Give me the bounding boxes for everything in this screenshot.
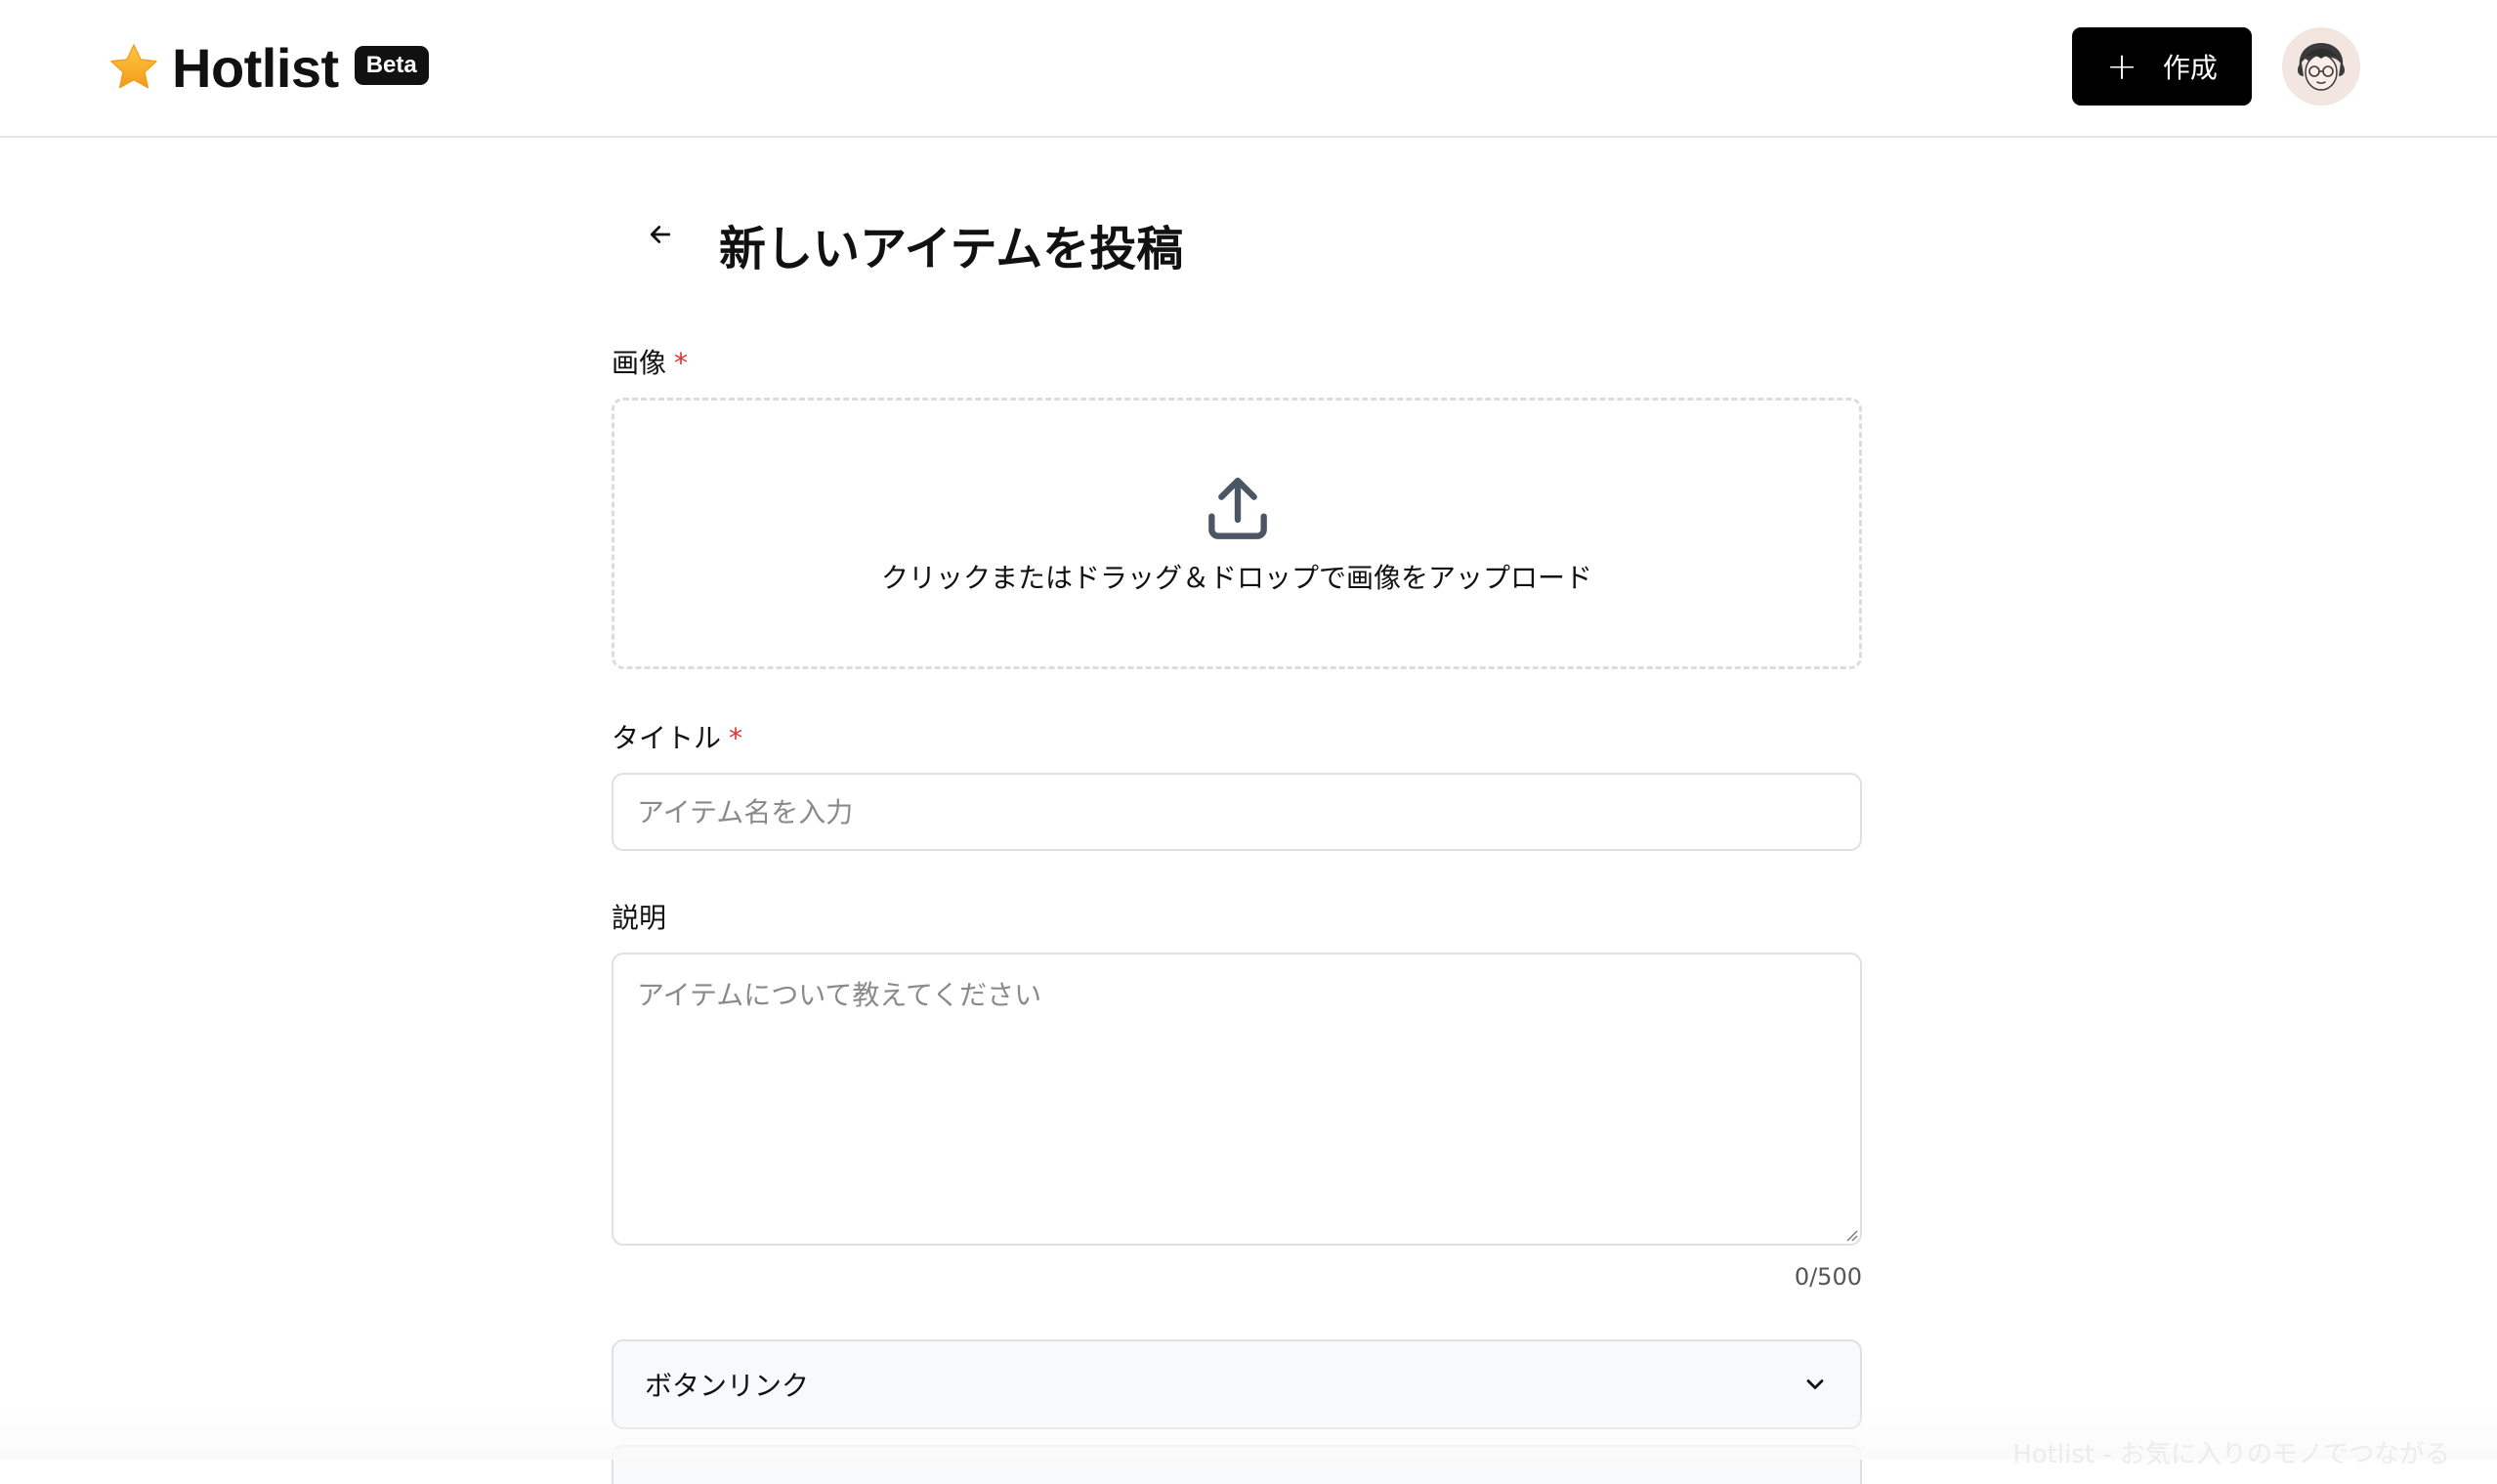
logo[interactable]: Hotlist Beta bbox=[107, 35, 429, 100]
logo-text: Hotlist bbox=[172, 36, 339, 99]
create-button[interactable]: + 作成 bbox=[2072, 27, 2252, 106]
title-input[interactable] bbox=[612, 773, 1862, 851]
button-link-label: ボタンリンク bbox=[645, 1370, 810, 1402]
upload-icon bbox=[1208, 477, 1267, 539]
plus-icon: + bbox=[2106, 45, 2137, 88]
avatar[interactable] bbox=[2282, 27, 2360, 106]
star-icon bbox=[110, 44, 157, 89]
image-label-text: 画像 bbox=[612, 347, 667, 379]
footer-tagline: Hotlist - お気に入りのモノでつながる bbox=[2012, 1440, 2450, 1469]
required-marker: * bbox=[674, 347, 689, 379]
description-textarea[interactable] bbox=[612, 953, 1862, 1246]
arrow-left-icon bbox=[650, 226, 671, 243]
image-label: 画像 * bbox=[612, 342, 688, 381]
page-title: 新しいアイテムを投稿 bbox=[719, 222, 1184, 276]
image-dropzone[interactable]: クリックまたはドラッグ＆ドロップで画像をアップロード bbox=[612, 398, 1862, 669]
title-label: タイトル * bbox=[612, 717, 742, 756]
dropzone-text: クリックまたはドラッグ＆ドロップで画像をアップロード bbox=[880, 562, 1592, 594]
beta-badge: Beta bbox=[354, 46, 429, 85]
required-marker: * bbox=[729, 722, 743, 754]
back-button[interactable] bbox=[631, 205, 690, 264]
top-header: Hotlist Beta + 作成 bbox=[0, 0, 2497, 138]
chevron-down-icon bbox=[1806, 1379, 1824, 1389]
create-button-label: 作成 bbox=[2162, 52, 2218, 84]
user-avatar-image bbox=[2282, 27, 2360, 106]
title-label-text: タイトル bbox=[612, 722, 722, 754]
description-label: 説明 bbox=[612, 902, 667, 934]
resize-handle-icon[interactable] bbox=[1844, 1228, 1858, 1242]
char-counter: 0/500 bbox=[1794, 1263, 1862, 1291]
